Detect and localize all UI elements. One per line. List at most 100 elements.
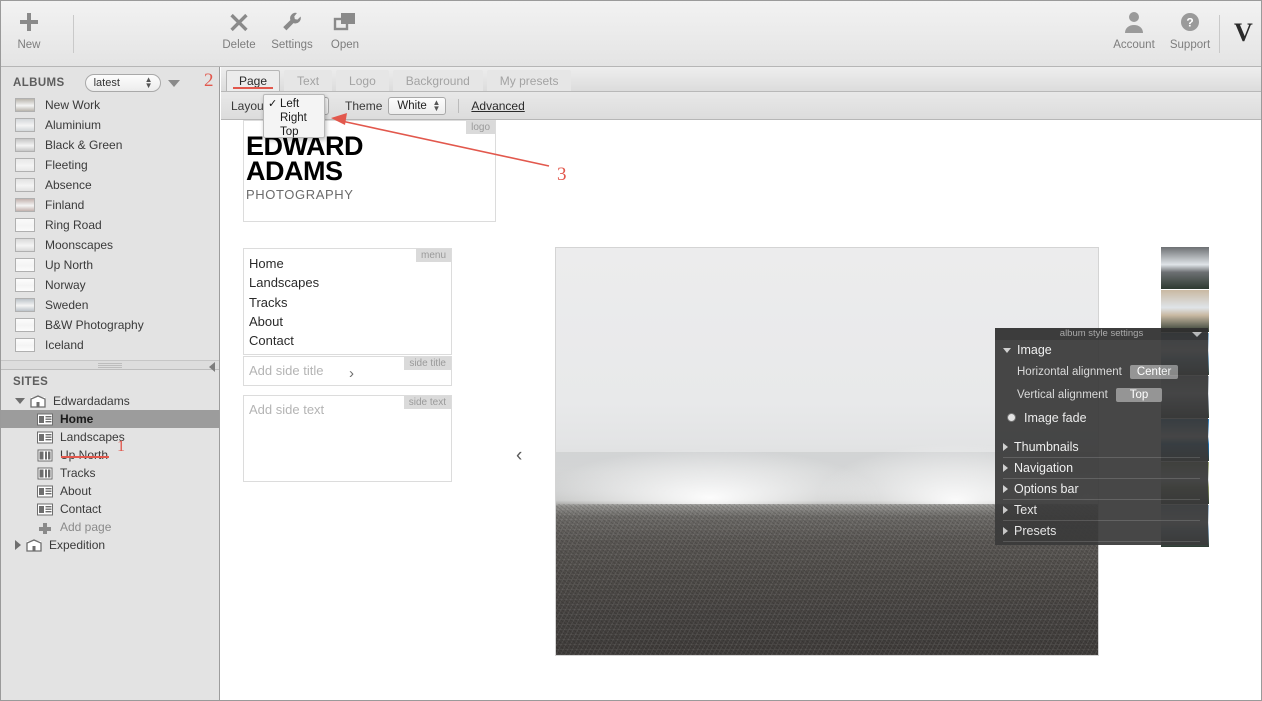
annotation-2: 2	[204, 70, 214, 91]
preview-menu-item[interactable]: About	[244, 312, 451, 331]
panel-section-thumbnails[interactable]: Thumbnails	[995, 437, 1208, 457]
annotation-1: 1	[117, 438, 125, 455]
album-row[interactable]: Up North	[1, 255, 219, 275]
previous-image-arrow-icon[interactable]: ‹	[516, 445, 522, 467]
panel-title-bar[interactable]: album style settings	[995, 328, 1208, 340]
panel-section-label: Options bar	[1014, 482, 1079, 496]
vertical-alignment-value[interactable]: Top	[1115, 387, 1163, 402]
preview-menu-item[interactable]: Tracks	[244, 293, 451, 312]
delete-button[interactable]: Delete	[211, 7, 267, 51]
side-title-block[interactable]: side title Add side title	[243, 356, 452, 386]
album-row[interactable]: Finland	[1, 195, 219, 215]
album-row[interactable]: Ring Road	[1, 215, 219, 235]
app-window: New Delete Settings Open Account ? Suppo…	[0, 0, 1262, 701]
settings-button[interactable]: Settings	[264, 7, 320, 51]
panel-section-text[interactable]: Text	[995, 500, 1208, 520]
album-thumbnail-icon	[15, 238, 35, 252]
sidebar-item-edwardadams[interactable]: Edwardadams	[1, 392, 219, 410]
album-style-settings-panel: album style settings Image Horizontal al…	[995, 328, 1208, 545]
album-row[interactable]: Sweden	[1, 295, 219, 315]
sites-title: SITES	[13, 376, 49, 388]
album-row[interactable]: Iceland	[1, 335, 219, 355]
sidebar-item-expedition[interactable]: Expedition	[1, 536, 219, 554]
panel-collapsed-sections: Thumbnails Navigation Options bar Text Prese…	[995, 437, 1208, 542]
album-row[interactable]: Absence	[1, 175, 219, 195]
panel-section-presets[interactable]: Presets	[995, 521, 1208, 541]
new-button[interactable]: New	[1, 7, 57, 51]
panel-section-options-bar[interactable]: Options bar	[995, 479, 1208, 499]
image-fade-row[interactable]: Image fade	[995, 406, 1208, 429]
albums-header: ALBUMS latest ▲ ▼	[1, 67, 219, 93]
layout-option-left[interactable]: ✓ Left	[264, 97, 324, 111]
vertical-alignment-row[interactable]: Vertical alignment Top	[995, 383, 1208, 406]
panel-section-label: Text	[1014, 503, 1037, 517]
windows-icon	[317, 7, 373, 37]
layout-option-right[interactable]: Right	[264, 111, 324, 125]
sidebar-item-home[interactable]: Home	[1, 410, 219, 428]
panel-section-image[interactable]: Image	[995, 340, 1208, 360]
albums-menu-caret-icon[interactable]	[167, 79, 180, 87]
album-row[interactable]: Moonscapes	[1, 235, 219, 255]
panel-section-navigation[interactable]: Navigation	[995, 458, 1208, 478]
album-row[interactable]: Aluminium	[1, 115, 219, 135]
account-button[interactable]: Account	[1106, 7, 1162, 51]
tab-logo[interactable]: Logo	[336, 70, 389, 91]
sidebar-splitter[interactable]	[1, 360, 219, 372]
album-label: Up North	[45, 258, 94, 272]
add-icon	[39, 522, 51, 534]
tab-background[interactable]: Background	[392, 70, 483, 91]
site-menu-list: Home Landscapes Tracks About Contact	[244, 249, 451, 350]
sidebar-item-label: Expedition	[49, 538, 106, 552]
album-row[interactable]: B&W Photography	[1, 315, 219, 335]
twisty-open-icon[interactable]	[15, 398, 25, 404]
open-button[interactable]: Open	[317, 7, 373, 51]
svg-text:?: ?	[1186, 16, 1193, 30]
album-thumbnail-icon	[15, 118, 35, 132]
album-row[interactable]: Fleeting	[1, 155, 219, 175]
theme-value: White	[397, 99, 427, 112]
sidebar-item-label: Tracks	[60, 466, 96, 480]
top-toolbar: New Delete Settings Open Account ? Suppo…	[1, 1, 1261, 67]
panel-title: album style settings	[1059, 328, 1144, 339]
theme-select[interactable]: White ▲ ▼	[388, 96, 447, 115]
album-row[interactable]: New Work	[1, 95, 219, 115]
wrench-icon	[264, 7, 320, 37]
layout-dropdown-menu[interactable]: ✓ Left Right Top	[263, 94, 325, 138]
sidebar-item-tracks[interactable]: Tracks	[1, 464, 219, 482]
album-row[interactable]: Norway	[1, 275, 219, 295]
twisty-closed-icon[interactable]	[15, 540, 21, 550]
thumbnail-item[interactable]	[1161, 247, 1209, 289]
tab-my-presets[interactable]: My presets	[486, 70, 572, 91]
preview-menu-item[interactable]: Landscapes	[244, 273, 451, 292]
horizontal-alignment-value[interactable]: Center	[1129, 364, 1179, 379]
sidebar-item-up-north[interactable]: Up North	[1, 446, 219, 464]
support-button[interactable]: ? Support	[1162, 7, 1218, 51]
sidebar-item-contact[interactable]: Contact	[1, 500, 219, 518]
sidebar-item-label: Contact	[60, 502, 102, 516]
album-row[interactable]: Black & Green	[1, 135, 219, 155]
album-thumbnail-icon	[15, 338, 35, 352]
sidebar-item-about[interactable]: About	[1, 482, 219, 500]
options-divider	[458, 98, 460, 113]
layout-option-top[interactable]: Top	[264, 125, 324, 139]
album-thumbnail-icon	[15, 158, 35, 172]
advanced-link[interactable]: Advanced	[471, 99, 524, 113]
sidebar-item-add-page[interactable]: Add page	[1, 518, 219, 536]
albums-sort-select[interactable]: latest ▲ ▼	[84, 74, 161, 92]
sidebar-item-landscapes[interactable]: Landscapes	[1, 428, 219, 446]
album-thumbnail-icon	[15, 258, 35, 272]
thumbnail-item[interactable]	[1161, 290, 1209, 332]
horizontal-alignment-row[interactable]: Horizontal alignment Center	[995, 360, 1208, 383]
panel-section-label: Presets	[1014, 524, 1057, 538]
panel-collapse-caret-icon[interactable]	[1192, 332, 1202, 337]
splitter-grip-icon[interactable]	[98, 363, 122, 368]
panel-next-chevron-icon[interactable]: ›	[349, 365, 354, 382]
tab-text[interactable]: Text	[284, 70, 333, 91]
side-text-block[interactable]: side text Add side text	[243, 395, 452, 482]
sidebar-item-label: About	[60, 484, 92, 498]
album-label: B&W Photography	[45, 318, 144, 332]
tab-page[interactable]: Page	[226, 70, 281, 91]
preview-menu-item[interactable]: Contact	[244, 331, 451, 350]
image-fade-radio-icon[interactable]	[1007, 413, 1016, 422]
site-menu-block[interactable]: menu Home Landscapes Tracks About Contact	[243, 248, 452, 355]
